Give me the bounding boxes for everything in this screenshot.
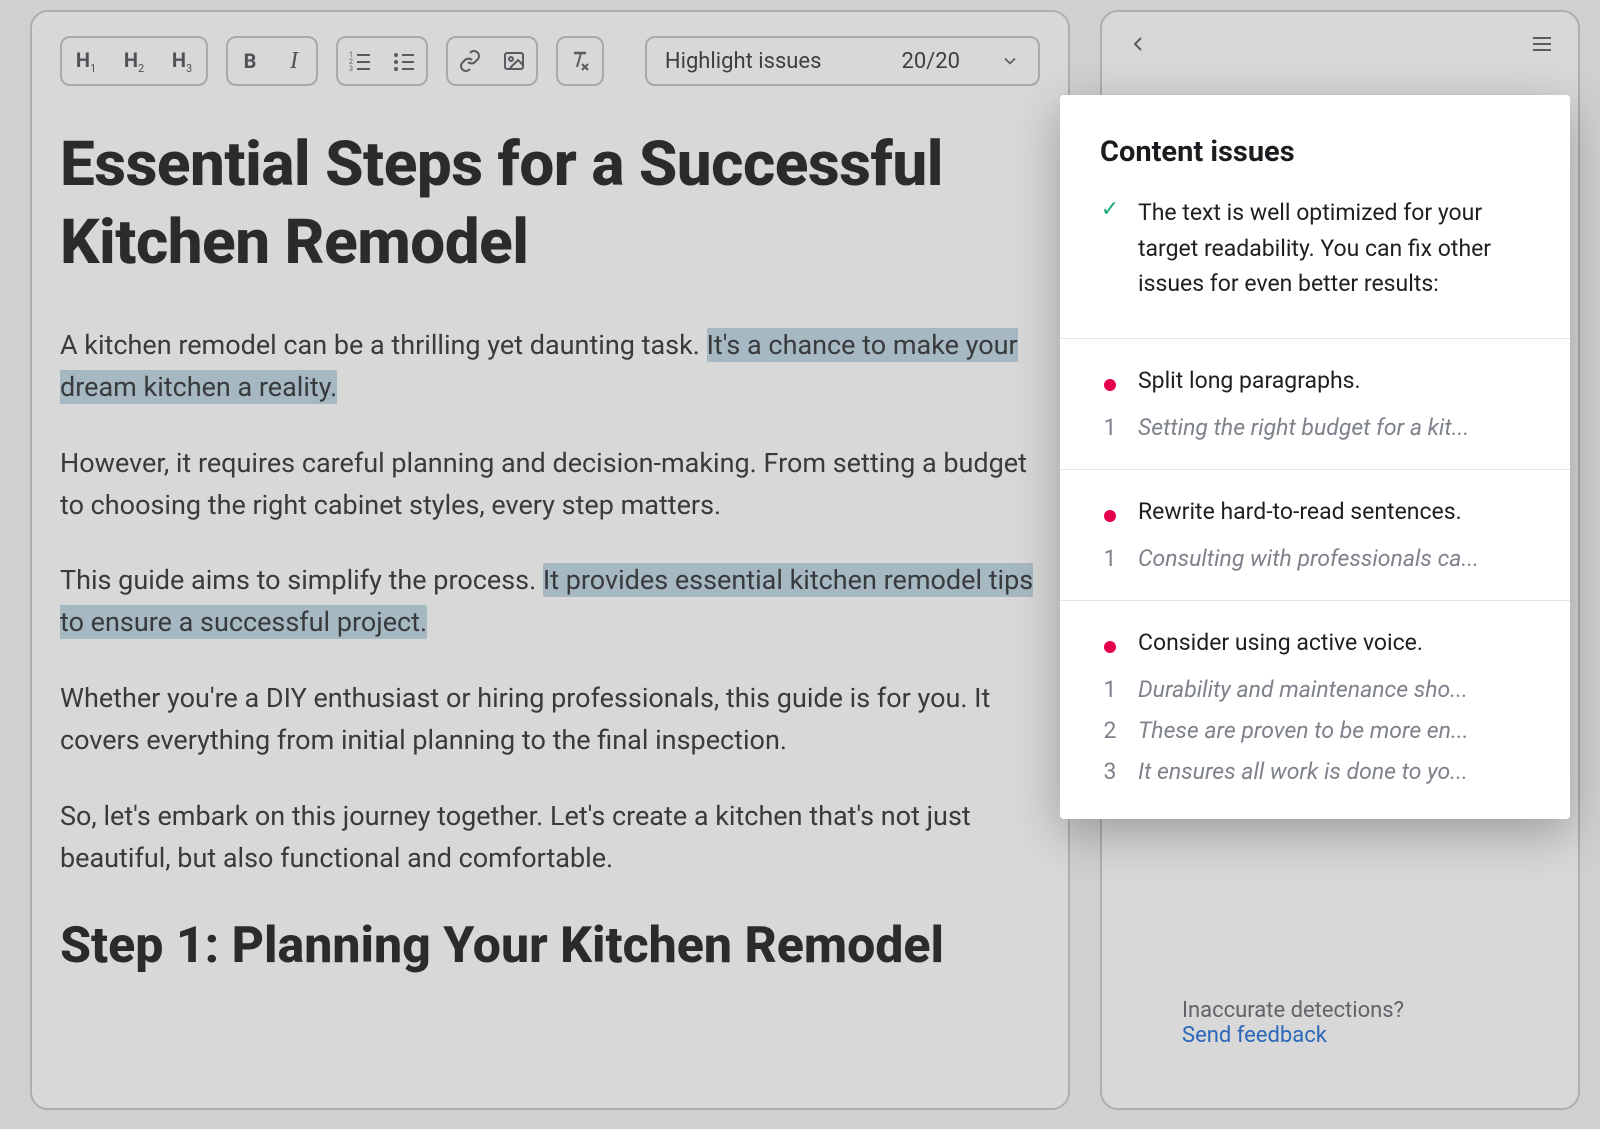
issue-item[interactable]: 1 Setting the right budget for a kit...	[1100, 414, 1530, 441]
popover-summary: The text is well optimized for your targ…	[1138, 195, 1530, 302]
issue-dot-icon	[1104, 641, 1116, 653]
p1a: A kitchen remodel can be a thrilling yet…	[60, 329, 707, 361]
sidebar-menu-button[interactable]	[1530, 32, 1554, 63]
issue-title: Split long paragraphs.	[1138, 367, 1361, 394]
issue-snippet: It ensures all work is done to yo...	[1138, 758, 1468, 785]
h2-label: H	[124, 48, 138, 72]
issue-number: 1	[1100, 414, 1120, 441]
list-group: 123	[336, 36, 428, 86]
hamburger-icon	[1530, 32, 1554, 56]
issue-snippet: Durability and maintenance sho...	[1138, 676, 1468, 703]
feedback-link[interactable]: Send feedback	[1182, 1023, 1327, 1048]
chevron-left-icon	[1126, 32, 1150, 56]
feedback-block: Inaccurate detections? Send feedback	[1182, 998, 1404, 1048]
editor-pane: H1 H2 H3 B I 123	[30, 10, 1070, 1110]
feedback-question: Inaccurate detections?	[1182, 998, 1404, 1023]
heading-group: H1 H2 H3	[60, 36, 208, 86]
doc-title: Essential Steps for a Successful Kitchen…	[60, 126, 1040, 281]
doc-paragraph: A kitchen remodel can be a thrilling yet…	[60, 325, 1040, 409]
issue-snippet: Setting the right budget for a kit...	[1138, 414, 1469, 441]
editor-toolbar: H1 H2 H3 B I 123	[60, 36, 1040, 86]
h3-sub: 3	[186, 62, 192, 75]
image-icon	[502, 49, 526, 73]
doc-step-heading: Step 1: Planning Your Kitchen Remodel	[60, 915, 1040, 978]
h1-sub: 1	[90, 62, 96, 75]
h1-button[interactable]: H1	[62, 38, 110, 84]
chevron-down-icon	[1000, 51, 1020, 71]
highlight-count: 20/20	[901, 49, 960, 74]
unordered-list-icon	[392, 49, 416, 73]
issue-item[interactable]: 1 Consulting with professionals ca...	[1100, 545, 1530, 572]
ordered-list-icon: 123	[348, 49, 372, 73]
issue-item[interactable]: 2 These are proven to be more en...	[1100, 717, 1530, 744]
svg-text:3: 3	[349, 65, 353, 73]
bold-label: B	[244, 49, 257, 73]
issue-block[interactable]: Rewrite hard-to-read sentences. 1 Consul…	[1060, 470, 1570, 601]
style-group: B I	[226, 36, 318, 86]
issue-dot-icon	[1104, 379, 1116, 391]
h1-label: H	[76, 48, 90, 72]
issue-snippet: These are proven to be more en...	[1138, 717, 1469, 744]
clear-format-icon	[568, 49, 592, 73]
check-icon: ✓	[1100, 195, 1120, 302]
issue-block[interactable]: Split long paragraphs. 1 Setting the rig…	[1060, 338, 1570, 470]
document-body[interactable]: Essential Steps for a Successful Kitchen…	[60, 126, 1040, 978]
issue-snippet: Consulting with professionals ca...	[1138, 545, 1479, 572]
highlight-label: Highlight issues	[665, 49, 822, 74]
content-issues-popover: Content issues ✓ The text is well optimi…	[1060, 95, 1570, 819]
clear-group	[556, 36, 604, 86]
issue-title: Consider using active voice.	[1138, 629, 1423, 656]
insert-group	[446, 36, 538, 86]
issue-number: 1	[1100, 676, 1120, 703]
italic-button[interactable]: I	[272, 38, 316, 84]
h2-sub: 2	[138, 62, 144, 75]
image-button[interactable]	[492, 38, 536, 84]
issue-item[interactable]: 3 It ensures all work is done to yo...	[1100, 758, 1530, 785]
issue-title: Rewrite hard-to-read sentences.	[1138, 498, 1462, 525]
h3-label: H	[172, 48, 186, 72]
h2-button[interactable]: H2	[110, 38, 158, 84]
unordered-list-button[interactable]	[382, 38, 426, 84]
p3a: This guide aims to simplify the process.	[60, 564, 543, 596]
link-button[interactable]	[448, 38, 492, 84]
doc-paragraph: However, it requires careful planning an…	[60, 443, 1040, 527]
doc-paragraph: Whether you're a DIY enthusiast or hirin…	[60, 678, 1040, 762]
issue-number: 2	[1100, 717, 1120, 744]
issue-block[interactable]: Consider using active voice. 1 Durabilit…	[1060, 601, 1570, 819]
italic-label: I	[290, 48, 298, 75]
clear-format-button[interactable]	[558, 38, 602, 84]
highlight-issues-select[interactable]: Highlight issues 20/20	[645, 36, 1040, 86]
issue-number: 3	[1100, 758, 1120, 785]
issue-number: 1	[1100, 545, 1120, 572]
ordered-list-button[interactable]: 123	[338, 38, 382, 84]
link-icon	[458, 49, 482, 73]
issue-item[interactable]: 1 Durability and maintenance sho...	[1100, 676, 1530, 703]
h3-button[interactable]: H3	[158, 38, 206, 84]
bold-button[interactable]: B	[228, 38, 272, 84]
doc-paragraph: So, let's embark on this journey togethe…	[60, 796, 1040, 880]
sidebar-back-button[interactable]	[1126, 32, 1150, 63]
popover-heading: Content issues	[1060, 95, 1570, 189]
doc-paragraph: This guide aims to simplify the process.…	[60, 560, 1040, 644]
issue-dot-icon	[1104, 510, 1116, 522]
